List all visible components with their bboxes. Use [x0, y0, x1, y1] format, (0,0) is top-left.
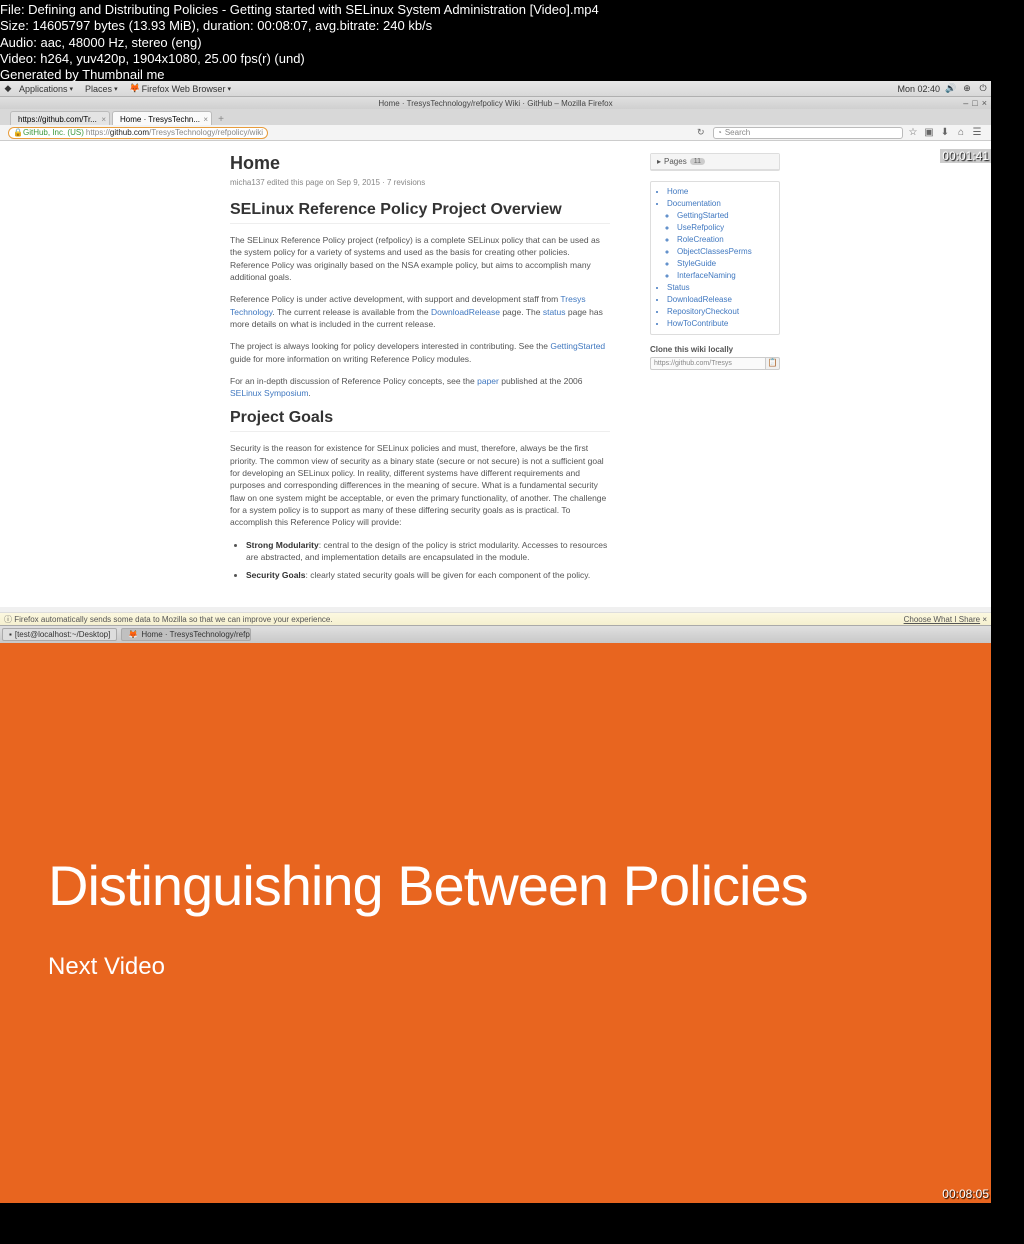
firefox-icon: 🦊: [128, 630, 138, 639]
firefox-titlebar: Home · TresysTechnology/refpolicy Wiki ·…: [0, 97, 991, 109]
task-label: [test@localhost:~/Desktop]: [15, 630, 111, 639]
minimize-button[interactable]: –: [963, 98, 968, 108]
terminal-icon: ▪: [9, 630, 12, 639]
wiki-paragraph: The SELinux Reference Policy project (re…: [230, 234, 610, 283]
downloads-icon[interactable]: ⬇: [939, 127, 951, 138]
gnome-taskbar: ▪ [test@localhost:~/Desktop] 🦊 Home · Tr…: [0, 625, 991, 643]
taskbar-terminal[interactable]: ▪ [test@localhost:~/Desktop]: [2, 628, 117, 641]
address-bar[interactable]: 🔒 GitHub, Inc. (US) https://github.com/T…: [8, 127, 268, 139]
wiki-main-column: Home micha137 edited this page on Sep 9,…: [230, 153, 610, 588]
wiki-heading-goals: Project Goals: [230, 409, 610, 432]
nav-link[interactable]: RoleCreation: [677, 234, 773, 246]
pages-label: Pages: [664, 157, 687, 166]
pages-toggle[interactable]: ▸ Pages 11: [651, 154, 779, 170]
tab-label: https://github.com/Tr...: [18, 115, 97, 124]
wiki-paragraph: Security is the reason for existence for…: [230, 442, 610, 528]
slide-title: Distinguishing Between Policies: [48, 853, 808, 918]
site-identity: GitHub, Inc. (US): [23, 128, 84, 137]
caret-right-icon: ▸: [657, 157, 661, 166]
link-download[interactable]: DownloadRelease: [431, 307, 500, 317]
search-engine-icon: ◔: [717, 128, 722, 137]
pocket-icon[interactable]: ▣: [923, 127, 935, 138]
search-placeholder: Search: [725, 128, 750, 137]
url-host: github.com: [110, 128, 149, 137]
network-icon[interactable]: ⊕: [962, 84, 972, 94]
copy-button[interactable]: 📋: [766, 357, 780, 370]
nav-link[interactable]: GettingStarted: [677, 210, 773, 222]
tab-label: Home · TresysTechn...: [120, 115, 200, 124]
new-tab-button[interactable]: +: [214, 113, 228, 125]
info-file: File: Defining and Distributing Policies…: [0, 2, 599, 18]
nav-link[interactable]: Status: [667, 282, 773, 294]
window-title: Home · TresysTechnology/refpolicy Wiki ·…: [378, 99, 612, 108]
wiki-paragraph: The project is always looking for policy…: [230, 340, 610, 365]
url-scheme: https://: [86, 128, 110, 137]
firefox-tabstrip: https://github.com/Tr... × Home · Tresys…: [0, 109, 991, 125]
clock[interactable]: Mon 02:40: [897, 84, 940, 94]
link-gettingstarted[interactable]: GettingStarted: [550, 341, 605, 351]
clone-url-input[interactable]: https://github.com/Tresys: [650, 357, 766, 370]
pages-count-badge: 11: [690, 158, 705, 165]
link-symposium[interactable]: SELinux Symposium: [230, 388, 308, 398]
link-paper[interactable]: paper: [477, 376, 499, 386]
url-path: /TresysTechnology/refpolicy/wiki: [149, 128, 263, 137]
info-size: Size: 14605797 bytes (13.93 MiB), durati…: [0, 18, 599, 34]
infobar-text: Firefox automatically sends some data to…: [14, 615, 332, 624]
nav-link[interactable]: ObjectClassesPerms: [677, 246, 773, 258]
task-label: Home · TresysTechnology/refpoli...: [141, 630, 251, 639]
wiki-paragraph: For an in-depth discussion of Reference …: [230, 375, 610, 400]
slide-subtitle: Next Video: [48, 953, 165, 981]
wiki-title: Home: [230, 153, 610, 174]
desktop-frame-1: ◆ Applications▾ Places▾ 🦊Firefox Web Bro…: [0, 81, 991, 643]
bookmark-star-icon[interactable]: ☆: [907, 127, 919, 138]
wiki-heading-overview: SELinux Reference Policy Project Overvie…: [230, 201, 610, 224]
firefox-toolbar: 🔒 GitHub, Inc. (US) https://github.com/T…: [0, 125, 991, 141]
nav-link[interactable]: HowToContribute: [667, 318, 773, 330]
maximize-button[interactable]: □: [972, 98, 977, 108]
wiki-meta: micha137 edited this page on Sep 9, 2015…: [230, 178, 610, 187]
search-box[interactable]: ◔ Search: [713, 127, 903, 139]
infobar-link[interactable]: Choose What I Share: [904, 615, 980, 624]
nav-link[interactable]: InterfaceNaming: [677, 270, 773, 282]
frame-timestamp: 00:01:41: [940, 149, 991, 163]
home-icon[interactable]: ⌂: [955, 127, 967, 138]
nav-link[interactable]: RepositoryCheckout: [667, 306, 773, 318]
volume-icon[interactable]: 🔊: [946, 84, 956, 94]
nav-link[interactable]: UseRefpolicy: [677, 222, 773, 234]
info-audio: Audio: aac, 48000 Hz, stereo (eng): [0, 35, 599, 51]
frame-timestamp: 00:08:05: [942, 1187, 989, 1201]
reload-button[interactable]: ↻: [697, 127, 709, 138]
close-tab-icon[interactable]: ×: [203, 115, 208, 124]
wiki-paragraph: Reference Policy is under active develop…: [230, 293, 610, 330]
info-generated: Generated by Thumbnail me: [0, 67, 599, 83]
clone-label: Clone this wiki locally: [650, 345, 780, 354]
pages-box: ▸ Pages 11: [650, 153, 780, 171]
wiki-sidebar: ▸ Pages 11 Home Documentation GettingSta…: [650, 153, 780, 370]
browser-tab-1[interactable]: https://github.com/Tr... ×: [10, 111, 110, 125]
menu-icon[interactable]: ☰: [971, 127, 983, 138]
taskbar-firefox[interactable]: 🦊 Home · TresysTechnology/refpoli...: [121, 628, 251, 641]
close-tab-icon[interactable]: ×: [101, 115, 106, 124]
desktop-frame-2: Distinguishing Between Policies Next Vid…: [0, 643, 991, 1203]
page-content: Home micha137 edited this page on Sep 9,…: [0, 141, 991, 607]
browser-tab-2[interactable]: Home · TresysTechn... ×: [112, 111, 212, 125]
nav-link[interactable]: Documentation GettingStarted UseRefpolic…: [667, 198, 773, 282]
list-item: Strong Modularity: central to the design…: [246, 539, 610, 564]
power-icon[interactable]: ⏻: [978, 84, 988, 94]
wiki-nav-box: Home Documentation GettingStarted UseRef…: [650, 181, 780, 335]
firefox-infobar: ⓘ Firefox automatically sends some data …: [0, 612, 991, 625]
lock-icon: 🔒: [13, 128, 23, 137]
info-icon: ⓘ: [4, 614, 12, 625]
list-item: Security Goals: clearly stated security …: [246, 569, 610, 581]
nav-link[interactable]: Home: [667, 186, 773, 198]
close-button[interactable]: ×: [982, 98, 987, 108]
link-status[interactable]: status: [543, 307, 566, 317]
thumbnail-info-overlay: File: Defining and Distributing Policies…: [0, 0, 599, 85]
nav-link[interactable]: DownloadRelease: [667, 294, 773, 306]
info-video: Video: h264, yuv420p, 1904x1080, 25.00 f…: [0, 51, 599, 67]
infobar-close-icon[interactable]: ×: [982, 615, 987, 624]
nav-link[interactable]: StyleGuide: [677, 258, 773, 270]
